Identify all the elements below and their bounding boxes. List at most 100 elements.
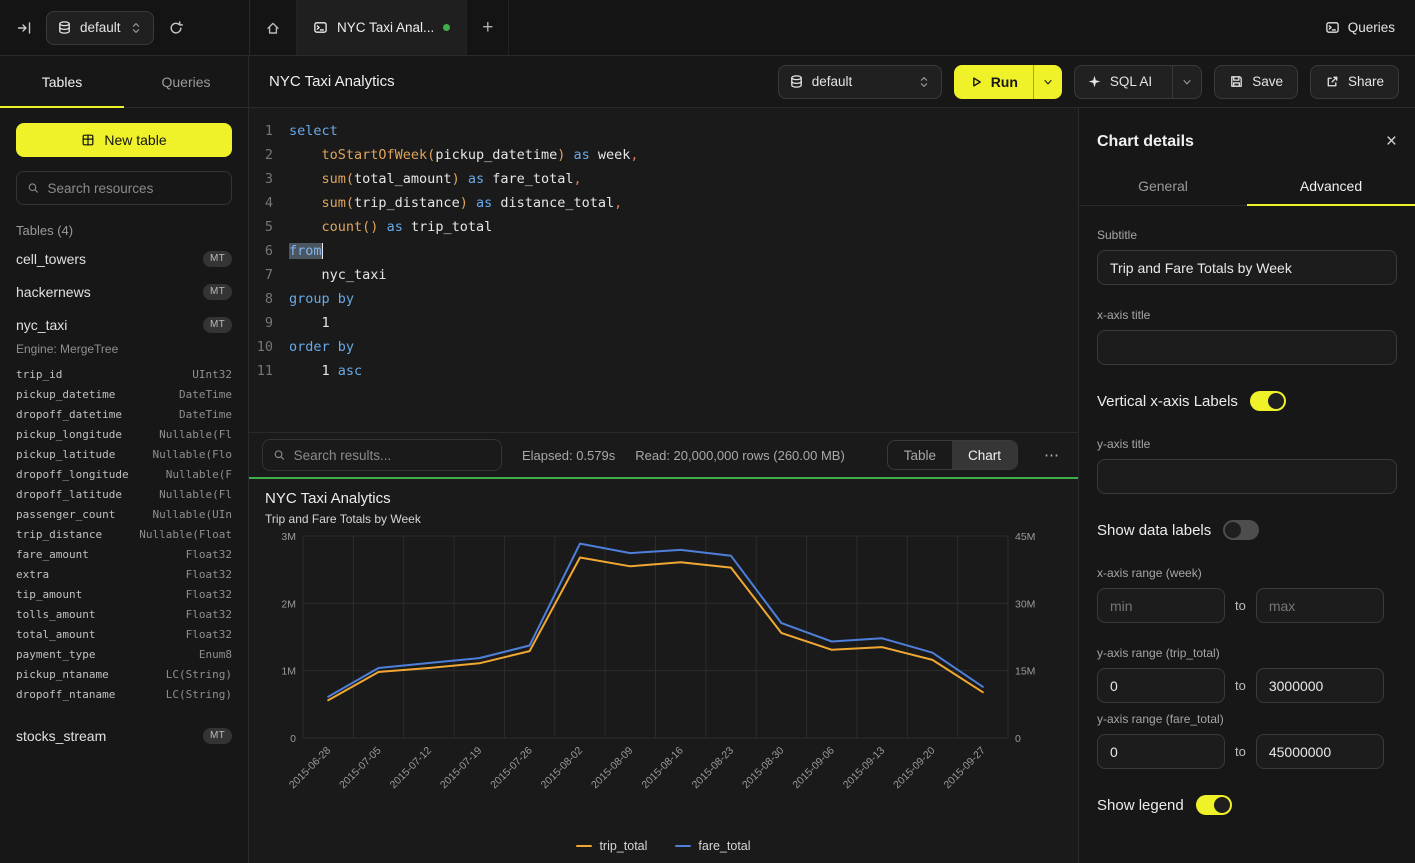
close-panel-button[interactable]: × — [1386, 132, 1397, 151]
chart-view-button[interactable]: Chart — [952, 441, 1017, 469]
yaxis-range-fare-max-input[interactable] — [1256, 734, 1384, 769]
line-number: 9 — [249, 311, 289, 335]
database-selector[interactable]: default — [46, 11, 154, 45]
table-name: nyc_taxi — [16, 317, 67, 333]
column-row: dropoff_ntanameLC(String) — [16, 685, 232, 705]
table-view-button[interactable]: Table — [888, 441, 952, 469]
column-name: fare_amount — [16, 545, 89, 565]
yaxis-title-label: y-axis title — [1097, 437, 1397, 451]
query-actions: default Run — [778, 65, 1399, 99]
svg-text:2015-07-26: 2015-07-26 — [488, 745, 535, 792]
column-name: pickup_latitude — [16, 445, 115, 465]
yaxis-range-trip-max-input[interactable] — [1256, 668, 1384, 703]
database-icon — [789, 74, 804, 89]
app-body: Tables Queries New table Tables (4) cell… — [0, 56, 1415, 863]
save-button-label: Save — [1252, 74, 1283, 89]
sidebar-search-input[interactable] — [48, 181, 221, 196]
results-more-button[interactable]: ⋯ — [1038, 444, 1065, 466]
range-to-label: to — [1235, 678, 1246, 693]
column-row: dropoff_longitudeNullable(F — [16, 465, 232, 485]
tab-general[interactable]: General — [1079, 167, 1247, 205]
new-table-button[interactable]: New table — [16, 123, 232, 157]
yaxis-range-trip-row: to — [1097, 668, 1397, 703]
subtitle-input[interactable] — [1097, 250, 1397, 285]
chart-panel: NYC Taxi Analytics Trip and Fare Totals … — [249, 477, 1078, 863]
new-tab-button[interactable]: + — [467, 0, 509, 55]
svg-text:45M: 45M — [1015, 531, 1035, 543]
sql-ai-button[interactable]: SQL AI — [1075, 66, 1164, 98]
column-row: dropoff_datetimeDateTime — [16, 405, 232, 425]
play-icon — [969, 75, 983, 89]
code-text: 1 — [289, 311, 330, 335]
sql-editor[interactable]: 1select2 toStartOfWeek(pickup_datetime) … — [249, 108, 1078, 432]
active-query-tab[interactable]: NYC Taxi Anal... — [297, 0, 467, 55]
sql-ai-options-button[interactable] — [1172, 66, 1201, 98]
table-engine-badge: MT — [203, 251, 232, 267]
line-number: 1 — [249, 119, 289, 143]
show-legend-toggle[interactable] — [1196, 795, 1232, 815]
svg-text:2015-09-13: 2015-09-13 — [841, 745, 888, 792]
xaxis-title-input[interactable] — [1097, 330, 1397, 365]
column-name: payment_type — [16, 645, 95, 665]
share-button[interactable]: Share — [1310, 65, 1399, 99]
sidebar-tab-queries[interactable]: Queries — [124, 56, 248, 107]
show-data-labels-toggle[interactable] — [1223, 520, 1259, 540]
legend-item[interactable]: trip_total — [576, 839, 647, 853]
vertical-xaxis-labels-toggle[interactable] — [1250, 391, 1286, 411]
column-type: Nullable(Fl — [159, 425, 232, 445]
range-to-label: to — [1235, 744, 1246, 759]
xaxis-range-max-input[interactable] — [1256, 588, 1384, 623]
yaxis-title-input[interactable] — [1097, 459, 1397, 494]
yaxis-range-trip-min-input[interactable] — [1097, 668, 1225, 703]
table-row[interactable]: hackernewsMT — [16, 275, 232, 308]
svg-text:2015-06-28: 2015-06-28 — [287, 745, 334, 792]
column-name: dropoff_latitude — [16, 485, 122, 505]
collapse-sidebar-button[interactable] — [12, 16, 36, 40]
results-toolbar: Elapsed: 0.579s Read: 20,000,000 rows (2… — [249, 432, 1078, 477]
save-button[interactable]: Save — [1214, 65, 1298, 99]
sql-ai-button-group: SQL AI — [1074, 65, 1202, 99]
legend-item[interactable]: fare_total — [675, 839, 750, 853]
column-row: trip_idUInt32 — [16, 365, 232, 385]
column-row: passenger_countNullable(UIn — [16, 505, 232, 525]
column-type: Float32 — [186, 585, 232, 605]
column-name: tolls_amount — [16, 605, 95, 625]
run-button-group: Run — [954, 65, 1062, 99]
table-row[interactable]: stocks_streamMT — [16, 719, 232, 752]
column-row: pickup_datetimeDateTime — [16, 385, 232, 405]
run-button[interactable]: Run — [954, 65, 1033, 99]
query-header: NYC Taxi Analytics default Run — [249, 56, 1415, 108]
yaxis-range-fare-min-input[interactable] — [1097, 734, 1225, 769]
sidebar-tab-tables[interactable]: Tables — [0, 56, 124, 107]
console-icon — [313, 20, 328, 35]
column-type: Float32 — [186, 565, 232, 585]
table-row[interactable]: nyc_taxiMT — [16, 308, 232, 341]
chart-details-title: Chart details — [1097, 133, 1194, 151]
view-switcher: Table Chart — [887, 440, 1018, 470]
chart-details-header: Chart details × — [1079, 108, 1415, 167]
sidebar: Tables Queries New table Tables (4) cell… — [0, 56, 249, 863]
line-number: 8 — [249, 287, 289, 311]
svg-text:2015-07-19: 2015-07-19 — [438, 745, 485, 792]
run-options-button[interactable] — [1033, 65, 1062, 99]
tab-advanced[interactable]: Advanced — [1247, 167, 1415, 205]
code-text: count() as trip_total — [289, 215, 492, 239]
show-legend-row: Show legend — [1097, 795, 1397, 815]
column-name: dropoff_datetime — [16, 405, 122, 425]
home-tab[interactable] — [250, 0, 297, 55]
yaxis-range-fare-row: to — [1097, 734, 1397, 769]
queries-button[interactable]: Queries — [1325, 20, 1395, 35]
line-number: 6 — [249, 239, 289, 263]
legend-label: fare_total — [698, 839, 750, 853]
tables-section-header: Tables (4) — [16, 223, 232, 238]
refresh-button[interactable] — [164, 16, 188, 40]
chart-legend: trip_total fare_total — [265, 837, 1062, 857]
toggle-knob — [1225, 522, 1241, 538]
run-database-selector[interactable]: default — [778, 65, 942, 99]
line-number: 10 — [249, 335, 289, 359]
unsaved-indicator-dot — [443, 24, 450, 31]
xaxis-range-min-input[interactable] — [1097, 588, 1225, 623]
chart-subtitle: Trip and Fare Totals by Week — [265, 512, 1062, 526]
results-search-input[interactable] — [294, 448, 491, 463]
table-row[interactable]: cell_towersMT — [16, 242, 232, 275]
